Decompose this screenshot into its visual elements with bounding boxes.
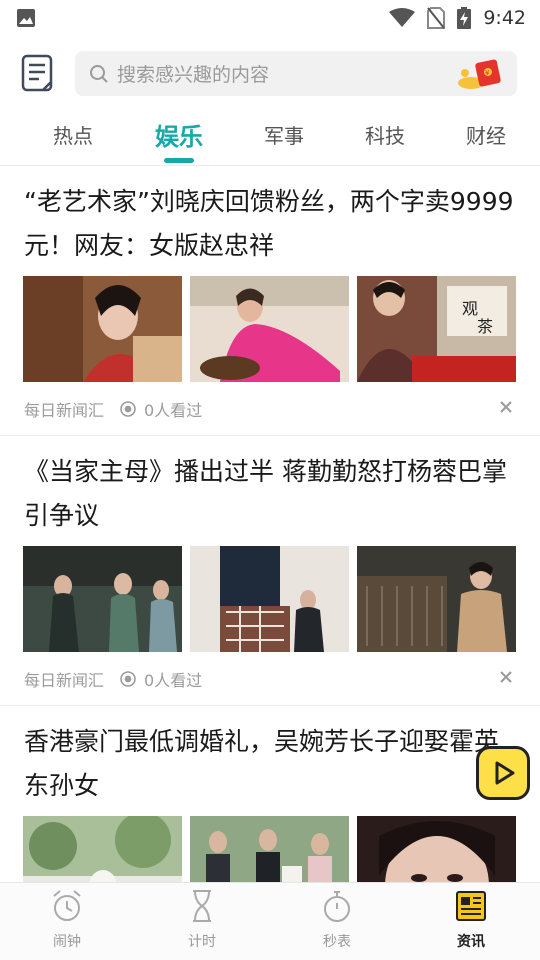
article-divider (0, 705, 540, 706)
wifi-icon (389, 8, 416, 27)
article-thumbnail[interactable]: 观 茶 (357, 276, 516, 382)
article-thumbnails: 观 茶 (23, 276, 517, 382)
gallery-notification-icon (17, 9, 35, 27)
nav-stopwatch[interactable]: 秒表 (287, 889, 387, 959)
search-icon (90, 64, 108, 83)
tab-entertainment[interactable]: 娱乐 (155, 117, 203, 152)
article-views: 0人看过 (144, 671, 203, 690)
article-meta: 每日新闻汇 0人看过 (24, 395, 518, 423)
close-icon[interactable] (498, 399, 514, 415)
svg-text:茶: 茶 (477, 317, 493, 336)
article-source: 每日新闻汇 (24, 671, 105, 690)
svg-text:观: 观 (462, 299, 478, 318)
hourglass-icon (193, 890, 211, 922)
article-thumbnail[interactable] (23, 276, 182, 382)
tab-finance[interactable]: 财经 (466, 120, 506, 149)
article-title[interactable]: 《当家主母》播出过半 蒋勤勤怒打杨蓉巴掌引争议 (24, 450, 520, 538)
tab-hot[interactable]: 热点 (53, 120, 93, 149)
tabs-divider (0, 165, 540, 166)
svg-text:¥: ¥ (485, 69, 490, 77)
article-thumbnail[interactable] (23, 546, 182, 652)
eye-icon (120, 401, 136, 417)
article-thumbnails (23, 546, 517, 652)
tab-military[interactable]: 军事 (264, 120, 304, 149)
category-tabs: 热点 娱乐 军事 科技 财经 (0, 112, 540, 164)
article-views: 0人看过 (144, 401, 203, 420)
status-bar: 9:42 (0, 0, 540, 36)
notes-button[interactable] (21, 54, 55, 94)
battery-charging-icon (457, 7, 472, 29)
article-thumbnail[interactable] (190, 276, 349, 382)
nav-alarm-label: 闹钟 (53, 934, 81, 950)
status-time: 9:42 (483, 7, 526, 29)
close-icon[interactable] (498, 669, 514, 685)
stopwatch-icon (324, 891, 350, 922)
article-title[interactable]: 香港豪门最低调婚礼，吴婉芳长子迎娶霍英东孙女 (24, 720, 520, 808)
notes-icon (21, 54, 53, 92)
article-meta: 每日新闻汇 0人看过 (24, 665, 518, 693)
nav-news[interactable]: 资讯 (421, 889, 521, 959)
article-divider (0, 435, 540, 436)
play-icon (495, 761, 515, 785)
active-tab-indicator (164, 158, 194, 163)
search-input[interactable]: 搜索感兴趣的内容 ¥ (75, 51, 517, 96)
nav-timer[interactable]: 计时 (152, 889, 252, 959)
alarm-clock-icon (53, 890, 81, 921)
red-packet-icon[interactable]: ¥ (457, 57, 505, 91)
article-title[interactable]: “老艺术家”刘晓庆回馈粉丝，两个字卖9999元！网友：女版赵忠祥 (24, 180, 520, 268)
eye-icon (120, 671, 136, 687)
article-thumbnail[interactable] (357, 546, 516, 652)
article-thumbnail[interactable] (190, 546, 349, 652)
nav-news-label: 资讯 (457, 934, 485, 950)
floating-video-button[interactable] (476, 746, 530, 800)
search-header: 搜索感兴趣的内容 ¥ (0, 50, 540, 98)
nav-timer-label: 计时 (188, 934, 216, 950)
newspaper-icon (456, 891, 486, 921)
nav-alarm[interactable]: 闹钟 (17, 889, 117, 959)
bottom-navigation: 闹钟 计时 秒表 资讯 (0, 882, 540, 960)
article-source: 每日新闻汇 (24, 401, 105, 420)
nav-stopwatch-label: 秒表 (323, 934, 351, 950)
tab-technology[interactable]: 科技 (365, 120, 405, 149)
no-sim-icon (427, 7, 446, 29)
